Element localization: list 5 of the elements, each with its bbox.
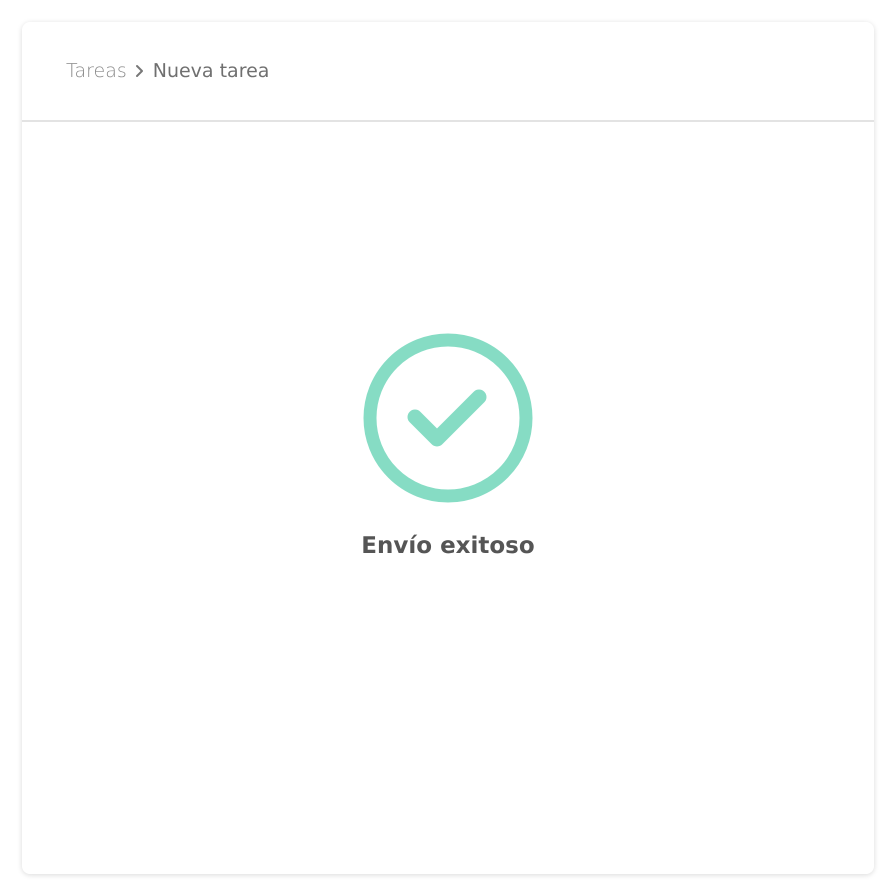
breadcrumb-link[interactable]: Nueva tarea bbox=[152, 56, 270, 86]
success-message: Envío exitoso bbox=[361, 532, 535, 561]
chevron-right-icon bbox=[134, 64, 145, 78]
breadcrumb-link[interactable]: Tareas bbox=[66, 56, 127, 86]
success-check-icon bbox=[363, 333, 533, 503]
